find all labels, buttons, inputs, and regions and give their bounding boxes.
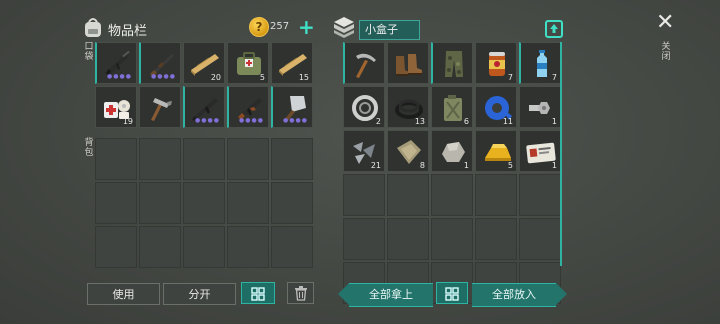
trash-icon bbox=[295, 286, 307, 301]
box-scrollbar[interactable] bbox=[560, 42, 562, 266]
backpack-slot[interactable] bbox=[95, 182, 137, 224]
item-count: 7 bbox=[551, 73, 557, 82]
box-slot[interactable] bbox=[387, 174, 429, 216]
box-slot[interactable]: 1 bbox=[519, 86, 561, 128]
grid-icon bbox=[251, 287, 265, 301]
box-slot[interactable]: 11 bbox=[475, 86, 517, 128]
item-count: 1 bbox=[463, 161, 469, 170]
backpack-slot[interactable] bbox=[183, 182, 225, 224]
box-slot[interactable]: 1 bbox=[519, 130, 561, 172]
grid-icon bbox=[445, 287, 459, 301]
sort-grid-button[interactable] bbox=[241, 282, 275, 304]
box-icon bbox=[332, 15, 356, 43]
pocket-slot[interactable]: 5 bbox=[227, 42, 269, 84]
take-all-button[interactable]: 全部拿上 bbox=[338, 283, 433, 307]
upload-icon[interactable] bbox=[545, 20, 563, 42]
inventory-title: 物品栏 bbox=[108, 24, 148, 39]
pocket-slot[interactable]: ●●●● bbox=[227, 86, 269, 128]
coin-icon: ? bbox=[249, 17, 269, 37]
backpack-slot[interactable] bbox=[271, 226, 313, 268]
item-count: 19 bbox=[122, 117, 133, 126]
add-coins-button[interactable]: + bbox=[298, 17, 315, 37]
backpack-slot[interactable] bbox=[95, 226, 137, 268]
box-slot[interactable] bbox=[475, 218, 517, 260]
box-slot[interactable] bbox=[343, 174, 385, 216]
box-slot[interactable] bbox=[519, 218, 561, 260]
pocket-slot[interactable] bbox=[139, 86, 181, 128]
quality-dots: ●●●● bbox=[151, 73, 176, 80]
box-slot[interactable]: 1 bbox=[431, 130, 473, 172]
box-slot[interactable]: 13 bbox=[387, 86, 429, 128]
box-slot[interactable] bbox=[387, 218, 429, 260]
backpack-slot[interactable] bbox=[183, 138, 225, 180]
item-count: 11 bbox=[502, 117, 513, 126]
box-slot[interactable]: 8 bbox=[387, 130, 429, 172]
pocket-slot[interactable]: ●●●● bbox=[183, 86, 225, 128]
item-count: 1 bbox=[551, 117, 557, 126]
item-count: 5 bbox=[259, 73, 265, 82]
item-count: 8 bbox=[419, 161, 425, 170]
close-label[interactable]: 关闭 bbox=[661, 42, 671, 62]
put-all-label: 全部放入 bbox=[472, 283, 556, 307]
pocket-slot[interactable]: 19 bbox=[95, 86, 137, 128]
quality-dots: ●●●● bbox=[107, 73, 132, 80]
pocket-slot[interactable]: ●●●● bbox=[271, 86, 313, 128]
backpack-section-label: 背包 bbox=[84, 138, 94, 158]
box-slot[interactable]: 7 bbox=[519, 42, 561, 84]
split-button[interactable]: 分开 bbox=[163, 283, 236, 305]
backpack-slot[interactable] bbox=[227, 226, 269, 268]
take-all-label: 全部拿上 bbox=[349, 283, 433, 307]
container-name-field[interactable]: 小盒子 bbox=[359, 20, 420, 40]
box-slot[interactable] bbox=[431, 218, 473, 260]
item-count: 6 bbox=[463, 117, 469, 126]
close-icon[interactable]: ✕ bbox=[656, 12, 674, 34]
box-slot[interactable] bbox=[387, 42, 429, 84]
box-sort-grid-button[interactable] bbox=[436, 282, 468, 304]
backpack-slot[interactable] bbox=[95, 138, 137, 180]
pocket-slot[interactable]: ●●●● bbox=[95, 42, 137, 84]
backpack-icon bbox=[83, 16, 103, 42]
backpack-slot[interactable] bbox=[271, 182, 313, 224]
pocket-slot[interactable]: 15 bbox=[271, 42, 313, 84]
box-slot[interactable]: 21 bbox=[343, 130, 385, 172]
box-slot[interactable]: 6 bbox=[431, 86, 473, 128]
backpack-slot[interactable] bbox=[271, 138, 313, 180]
backpack-slot[interactable] bbox=[183, 226, 225, 268]
quality-dots: ●●●● bbox=[195, 117, 220, 124]
item-count: 15 bbox=[298, 73, 309, 82]
box-slot[interactable] bbox=[431, 174, 473, 216]
use-button[interactable]: 使用 bbox=[87, 283, 160, 305]
take-all-arrow bbox=[338, 283, 349, 305]
backpack-slot[interactable] bbox=[227, 182, 269, 224]
item-count: 2 bbox=[375, 117, 381, 126]
box-slot[interactable]: 2 bbox=[343, 86, 385, 128]
box-slot[interactable]: 5 bbox=[475, 130, 517, 172]
quality-dots: ●●●● bbox=[283, 117, 308, 124]
box-slot[interactable] bbox=[343, 42, 385, 84]
item-count: 5 bbox=[507, 161, 513, 170]
backpack-slot[interactable] bbox=[139, 226, 181, 268]
quality-dots: ●●●● bbox=[239, 117, 264, 124]
put-all-arrow bbox=[556, 283, 567, 305]
box-slot[interactable] bbox=[343, 218, 385, 260]
item-count: 7 bbox=[507, 73, 513, 82]
box-slot[interactable] bbox=[475, 174, 517, 216]
put-all-button[interactable]: 全部放入 bbox=[472, 283, 567, 307]
item-count: 21 bbox=[370, 161, 381, 170]
item-count: 13 bbox=[414, 117, 425, 126]
pocket-slot[interactable]: ●●●● bbox=[139, 42, 181, 84]
trash-button[interactable] bbox=[287, 282, 314, 304]
box-slot[interactable]: 7 bbox=[475, 42, 517, 84]
item-count: 20 bbox=[210, 73, 221, 82]
coin-amount: 257 bbox=[270, 21, 290, 32]
backpack-slot[interactable] bbox=[227, 138, 269, 180]
pocket-label: 口袋 bbox=[84, 42, 94, 62]
item-count: 1 bbox=[551, 161, 557, 170]
backpack-slot[interactable] bbox=[139, 138, 181, 180]
pocket-slot[interactable]: 20 bbox=[183, 42, 225, 84]
box-slot[interactable] bbox=[431, 42, 473, 84]
box-slot[interactable] bbox=[519, 174, 561, 216]
backpack-slot[interactable] bbox=[139, 182, 181, 224]
